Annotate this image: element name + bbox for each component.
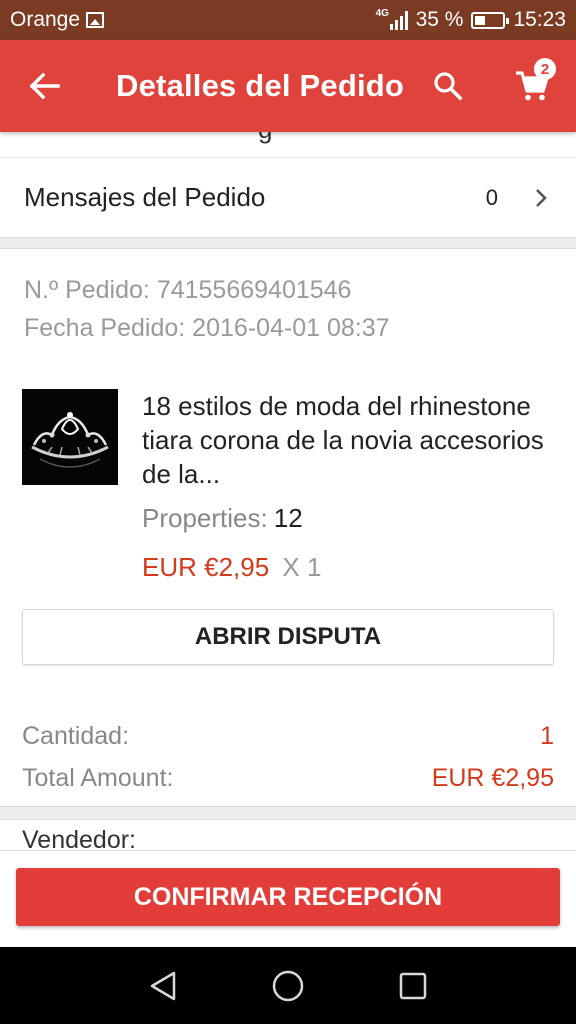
confirm-receipt-button[interactable]: CONFIRMAR RECEPCIÓN	[16, 868, 560, 926]
nav-recents-button[interactable]	[383, 956, 443, 1016]
product-price-line: EUR €2,95 X 1	[142, 552, 554, 583]
battery-icon	[471, 11, 510, 29]
bottom-action-bar: CONFIRMAR RECEPCIÓN	[0, 850, 576, 947]
total-amount-label: Total Amount:	[22, 764, 174, 792]
properties-label: Properties:	[142, 503, 268, 533]
product-price: EUR €2,95	[142, 552, 270, 582]
partially-visible-row: g	[0, 132, 576, 158]
nav-home-button[interactable]	[258, 956, 318, 1016]
gallery-notification-icon	[86, 12, 105, 28]
tiara-image-icon	[31, 412, 109, 468]
system-navigation-bar	[0, 947, 576, 1024]
triangle-back-icon	[150, 971, 175, 1000]
carrier-name: Orange	[10, 8, 81, 31]
product-details: 18 estilos de moda del rhinestone tiara …	[142, 389, 554, 583]
order-number: N.º Pedido: 74155669401546	[24, 276, 352, 304]
order-messages-count: 0	[485, 184, 498, 210]
back-button[interactable]	[0, 40, 90, 132]
cart-button[interactable]: 2	[488, 40, 576, 132]
quantity-row: Cantidad: 1	[22, 715, 554, 757]
order-info: N.º Pedido: 74155669401546 Fecha Pedido:…	[0, 249, 576, 347]
quantity-value: 1	[540, 722, 554, 750]
battery-percent: 35 %	[415, 8, 464, 31]
total-amount-value: EUR €2,95	[431, 764, 554, 792]
order-messages-label: Mensajes del Pedido	[24, 182, 266, 212]
chevron-right-icon	[534, 186, 552, 210]
order-messages-row[interactable]: Mensajes del Pedido 0	[0, 158, 576, 238]
open-dispute-button[interactable]: ABRIR DISPUTA	[22, 609, 554, 665]
search-icon	[434, 72, 463, 101]
product-title[interactable]: 18 estilos de moda del rhinestone tiara …	[142, 389, 554, 491]
nav-back-button[interactable]	[133, 956, 193, 1016]
clock: 15:23	[513, 8, 566, 31]
square-recents-icon	[400, 972, 427, 999]
status-bar: Orange 4G 35 % 15:23	[0, 0, 576, 40]
circle-home-icon	[272, 970, 304, 1001]
product-item[interactable]: 18 estilos de moda del rhinestone tiara …	[0, 347, 576, 583]
seller-label: Vendedor:	[22, 826, 136, 850]
section-divider	[0, 238, 576, 249]
status-left: Orange	[10, 8, 105, 32]
order-details-content[interactable]: g Mensajes del Pedido 0 N.º Pedido: 7415…	[0, 132, 576, 850]
properties-value: 12	[273, 503, 303, 533]
order-totals: Cantidad: 1 Total Amount: EUR €2,95	[0, 665, 576, 799]
search-button[interactable]	[408, 40, 488, 132]
product-quantity: X 1	[282, 552, 322, 582]
network-type: 4G	[375, 8, 389, 19]
product-thumbnail[interactable]	[22, 389, 118, 485]
cart-count-badge: 2	[534, 58, 556, 80]
section-divider	[0, 806, 576, 820]
quantity-label: Cantidad:	[22, 722, 130, 750]
signal-icon: 4G	[375, 8, 408, 30]
back-arrow-icon	[30, 73, 60, 99]
page-title: Detalles del Pedido	[116, 68, 405, 103]
status-right: 4G 35 % 15:23	[376, 8, 566, 32]
order-date: Fecha Pedido: 2016-04-01 08:37	[24, 314, 390, 342]
app-bar: Detalles del Pedido 2	[0, 40, 576, 132]
total-amount-row: Total Amount: EUR €2,95	[22, 757, 554, 799]
product-properties: Properties: 12	[142, 503, 554, 534]
